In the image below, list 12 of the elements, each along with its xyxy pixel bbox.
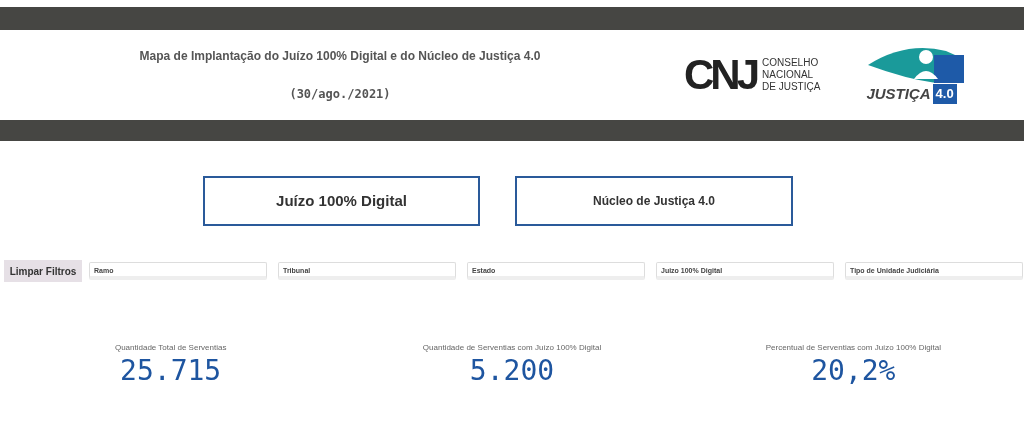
date-label: (30/ago./2021) [289, 86, 391, 103]
kpi-label: Quantidade de Serventias com Juízo 100% Digital [422, 342, 602, 354]
kpi-value: 25.715 [120, 354, 222, 388]
page-title: Mapa de Implantação do Juízo 100% Digital e do Núcleo de Justiça 4.0 [139, 48, 541, 65]
nav-button[interactable]: Juízo 100% Digital [203, 176, 480, 226]
kpi-label: Quantidade Total de Serventias [114, 342, 227, 354]
justica-logo: JUSTIÇA 4.0 [866, 44, 969, 106]
kpi-label: Percentual de Serventias com Juízo 100% Digital [765, 342, 941, 354]
nav-button[interactable]: Núcleo de Justiça 4.0 [515, 176, 793, 226]
kpi-value: 5.200 [469, 354, 555, 388]
kpi-value: 20,2% [811, 354, 896, 388]
clear-filters-button[interactable]: Limpar Filtros [4, 260, 82, 282]
